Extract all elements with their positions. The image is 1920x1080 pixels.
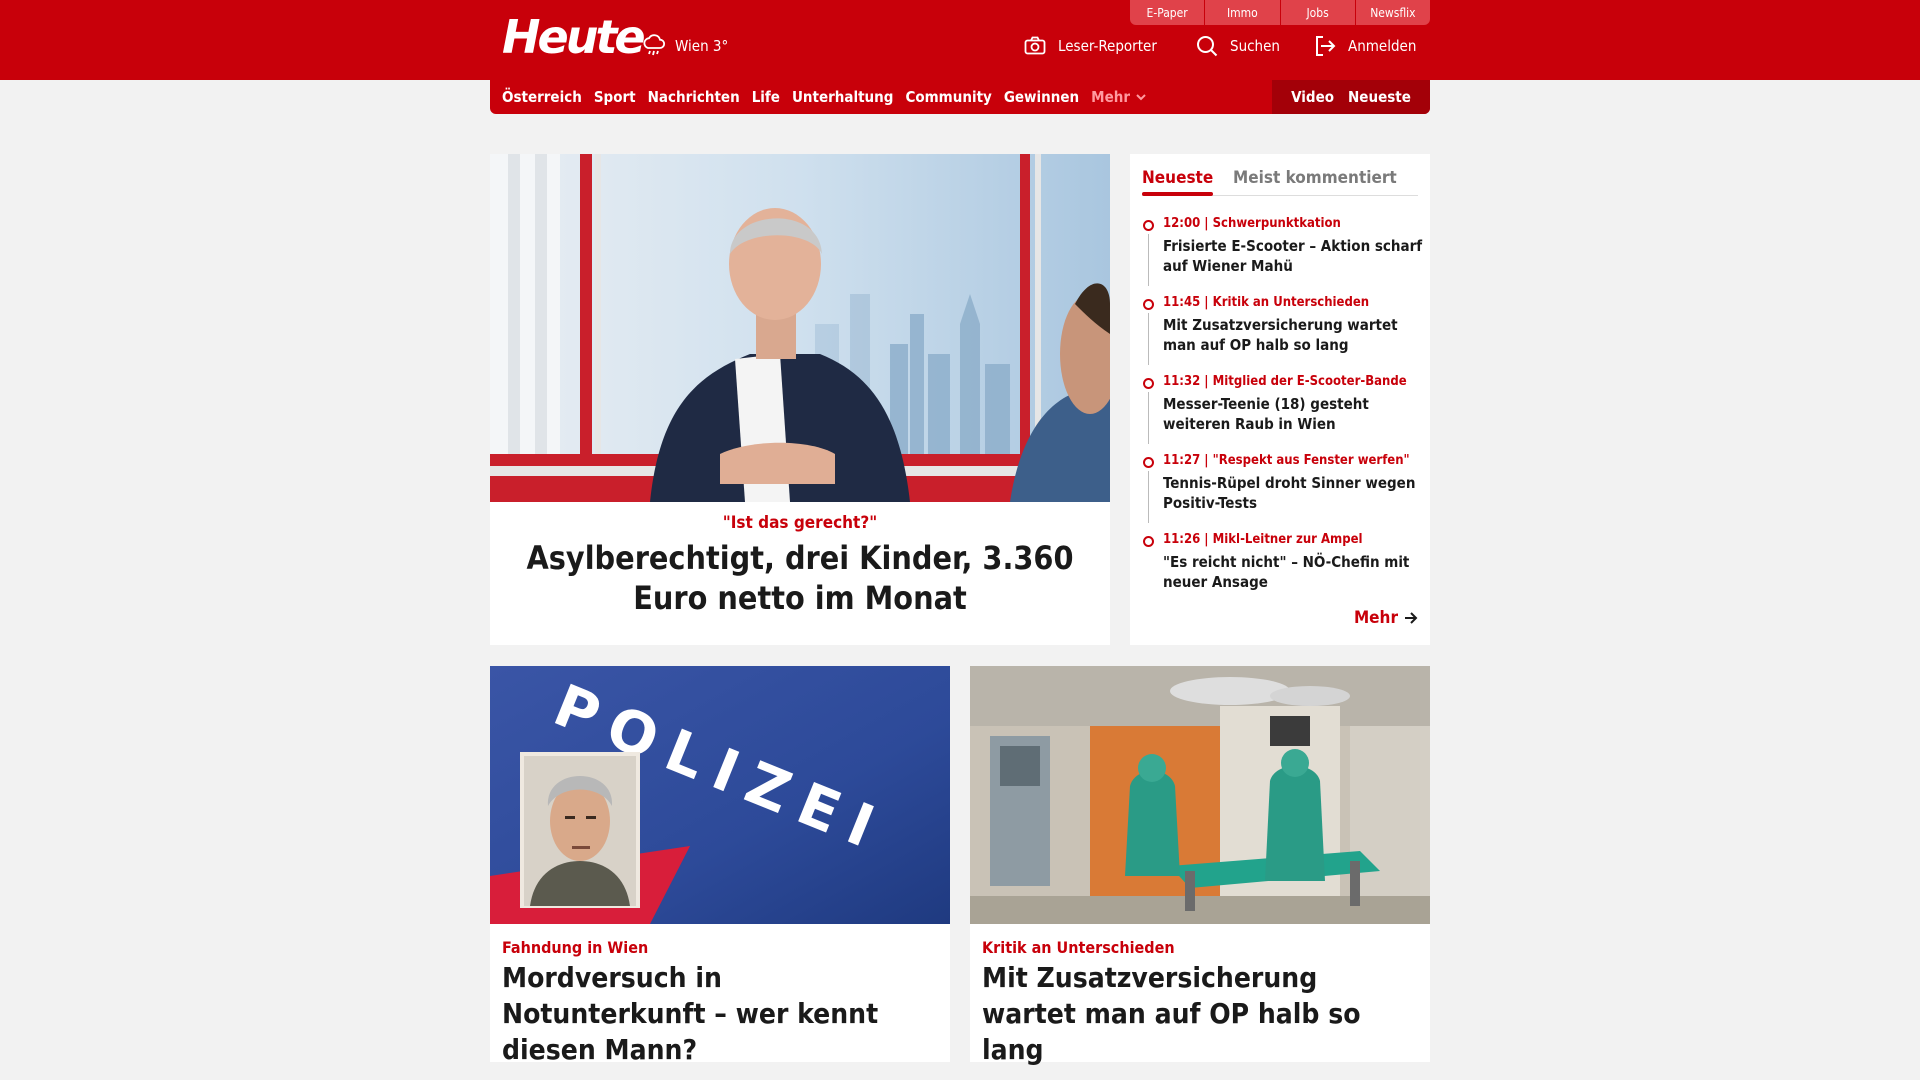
timeline-dot [1143, 536, 1154, 547]
nav-more-label: Mehr [1091, 88, 1130, 106]
nav-item-nachrichten[interactable]: Nachrichten [648, 88, 740, 106]
hero-image[interactable] [490, 154, 1110, 502]
article-image-polizei[interactable]: POLIZEI [490, 666, 950, 924]
timeline-item[interactable]: 12:00 | Schwerpunktkation Frisierte E-Sc… [1142, 216, 1422, 295]
nav-item-community[interactable]: Community [905, 88, 991, 106]
tab-meist-kommentiert[interactable]: Meist kommentiert [1233, 168, 1397, 188]
article-card[interactable]: POLIZEI Fahndung in Wien Mordversuch in … [490, 666, 950, 1066]
main-navigation: Österreich Sport Nachrichten Life Unterh… [490, 80, 1430, 114]
timeline-kicker: 11:32 | Mitglied der E-Scooter-Bande [1163, 374, 1407, 389]
rain-cloud-icon [643, 34, 666, 56]
leser-reporter-label: Leser-Reporter [1058, 37, 1157, 55]
article-headline[interactable]: Mit Zusatzversicherung wartet man auf OP… [982, 960, 1412, 1068]
active-tab-indicator [1142, 192, 1213, 196]
nav-item-life[interactable]: Life [752, 88, 780, 106]
timeline-dot [1143, 378, 1154, 389]
nav-item-neueste[interactable]: Neueste [1348, 88, 1411, 106]
timeline-title[interactable]: Tennis-Rüpel droht Sinner wegen Positiv-… [1163, 473, 1425, 513]
nav-more-dropdown[interactable]: Mehr [1091, 88, 1146, 106]
nav-item-sport[interactable]: Sport [594, 88, 636, 106]
news-timeline: 12:00 | Schwerpunktkation Frisierte E-Sc… [1142, 216, 1422, 611]
more-news-label: Mehr [1353, 608, 1398, 628]
leser-reporter-button[interactable]: Leser-Reporter [1024, 32, 1157, 60]
arrow-right-icon [1405, 612, 1418, 624]
article-image-operating-room[interactable] [970, 666, 1430, 924]
site-header: Heute Wien 3° E-Paper Immo Jobs Newsflix… [0, 0, 1920, 80]
timeline-kicker: 11:27 | "Respekt aus Fenster werfen" [1163, 453, 1410, 468]
more-news-link[interactable]: Mehr [1354, 608, 1418, 628]
hero-kicker: "Ist das gerecht?" [722, 513, 878, 533]
camera-icon [1024, 36, 1046, 55]
timeline-title[interactable]: "Es reicht nicht" – NÖ-Chefin mit neuer … [1163, 552, 1425, 592]
nav-item-gewinnen[interactable]: Gewinnen [1004, 88, 1079, 106]
timeline-kicker: 11:26 | Mikl-Leitner zur Ampel [1163, 532, 1363, 547]
timeline-item[interactable]: 11:26 | Mikl-Leitner zur Ampel "Es reich… [1142, 532, 1422, 611]
chevron-down-icon [1136, 94, 1146, 101]
heute-logo[interactable]: Heute [502, 10, 646, 64]
tab-immo[interactable]: Immo [1205, 0, 1281, 25]
weather-widget[interactable]: Wien 3° [641, 28, 728, 64]
nav-item-oesterreich[interactable]: Österreich [502, 88, 582, 106]
timeline-line [1148, 313, 1149, 365]
service-tabs: E-Paper Immo Jobs Newsflix [1130, 0, 1430, 25]
timeline-title[interactable]: Mit Zusatzversicherung wartet man auf OP… [1163, 315, 1425, 355]
timeline-line [1148, 392, 1149, 444]
tab-e-paper[interactable]: E-Paper [1130, 0, 1206, 25]
article-headline[interactable]: Mordversuch in Notunterkunft – wer kennt… [502, 960, 932, 1068]
article-kicker: Kritik an Unterschieden [982, 938, 1175, 957]
timeline-item[interactable]: 11:32 | Mitglied der E-Scooter-Bande Mes… [1142, 374, 1422, 453]
hero-article[interactable]: "Ist das gerecht?" Asylberechtigt, drei … [490, 154, 1110, 645]
weather-label: Wien 3° [675, 37, 729, 55]
timeline-line [1148, 471, 1149, 523]
nav-item-unterhaltung[interactable]: Unterhaltung [792, 88, 894, 106]
tab-jobs[interactable]: Jobs [1280, 0, 1356, 25]
search-icon [1197, 36, 1218, 57]
timeline-kicker: 12:00 | Schwerpunktkation [1163, 216, 1341, 231]
article-card[interactable]: Kritik an Unterschieden Mit Zusatzversic… [970, 666, 1430, 1066]
search-button[interactable]: Suchen [1196, 32, 1280, 60]
nav-right-group: Video Neueste [1272, 80, 1430, 114]
login-label: Anmelden [1348, 37, 1417, 55]
tab-newsflix[interactable]: Newsflix [1355, 0, 1430, 25]
sidebar-tabs: Neueste Meist kommentiert [1142, 162, 1418, 196]
search-label: Suchen [1230, 37, 1280, 55]
timeline-dot [1143, 299, 1154, 310]
timeline-item[interactable]: 11:45 | Kritik an Unterschieden Mit Zusa… [1142, 295, 1422, 374]
timeline-line [1148, 234, 1149, 286]
timeline-title[interactable]: Messer-Teenie (18) gesteht weiteren Raub… [1163, 394, 1425, 434]
latest-news-sidebar: Neueste Meist kommentiert 12:00 | Schwer… [1130, 154, 1430, 645]
timeline-item[interactable]: 11:27 | "Respekt aus Fenster werfen" Ten… [1142, 453, 1422, 532]
nav-item-video[interactable]: Video [1291, 88, 1334, 106]
article-kicker: Fahndung in Wien [502, 938, 649, 957]
timeline-dot [1143, 220, 1154, 231]
login-icon [1316, 36, 1336, 56]
timeline-dot [1143, 457, 1154, 468]
timeline-kicker: 11:45 | Kritik an Unterschieden [1163, 295, 1370, 310]
timeline-title[interactable]: Frisierte E-Scooter – Aktion scharf auf … [1163, 236, 1425, 276]
login-button[interactable]: Anmelden [1314, 32, 1416, 60]
hero-headline[interactable]: Asylberechtigt, drei Kinder, 3.360 Euro … [490, 538, 1110, 618]
tab-neueste[interactable]: Neueste [1142, 168, 1213, 188]
